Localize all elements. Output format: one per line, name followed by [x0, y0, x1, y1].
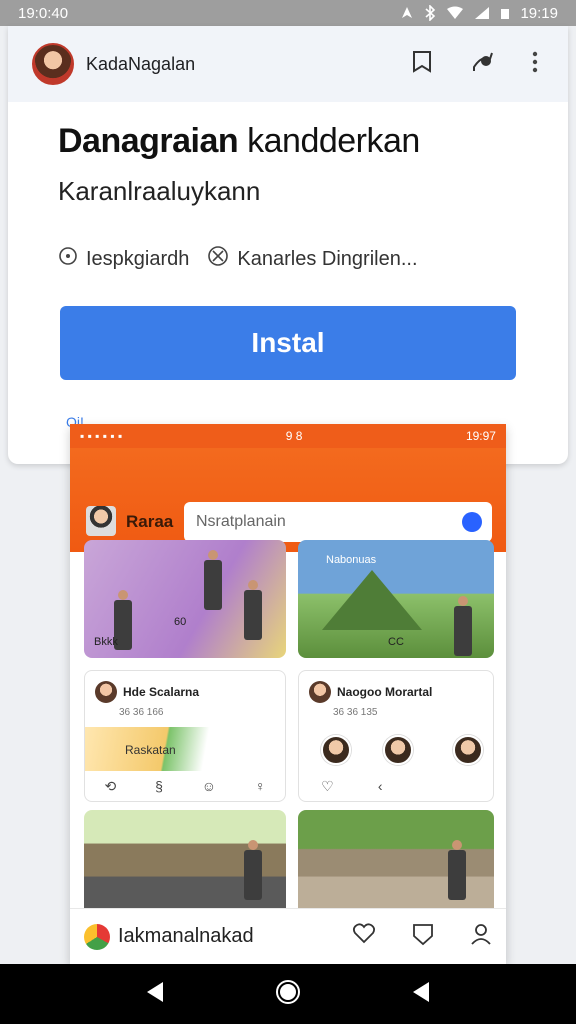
recents-nav-icon[interactable] [409, 980, 433, 1009]
install-button[interactable]: Instal [60, 306, 516, 380]
tile-caption: Nabonuas [326, 554, 377, 566]
clock-icon [58, 246, 78, 272]
screenshot-avatar [86, 506, 116, 536]
app-title-main: Danagraian [58, 122, 239, 160]
app-title: Danagraian kandderkan [58, 122, 420, 161]
screenshot-header: Raraa Nsratplanain [70, 448, 506, 552]
wifi-icon [446, 6, 464, 20]
navigation-icon [400, 6, 414, 20]
back-nav-icon[interactable] [143, 980, 167, 1009]
signal-icon [474, 6, 490, 20]
avatar [383, 735, 413, 765]
more-options-icon[interactable] [532, 51, 538, 78]
smile-icon: ☺ [201, 778, 217, 794]
bluetooth-icon [424, 5, 436, 21]
battery-icon [500, 6, 510, 20]
link-icon: § [155, 778, 163, 794]
meta-item: Iespkgiardh [58, 246, 189, 272]
heart-icon: ♡ [321, 778, 334, 794]
screenshot-search-placeholder: Nsratplanain [196, 513, 286, 530]
screenshot-tile [298, 810, 494, 920]
panel-name: Naogoo Morartal [337, 685, 433, 699]
card-header: KadaNagalan [8, 26, 568, 102]
panel-sub: 36 36 166 [119, 707, 164, 718]
screenshot-tile: Nabonuas CC [298, 540, 494, 658]
person-figure [454, 596, 472, 656]
status-time-right: 19:19 [520, 4, 558, 22]
app-meta: Iespkgiardh Kanarles Dingrilen... [58, 245, 418, 273]
system-nav-bar [0, 964, 576, 1024]
header-actions [410, 49, 538, 80]
mountain-shape [322, 570, 422, 630]
meta-text: Kanarles Dingrilen... [237, 247, 418, 270]
screenshot-search: Nsratplanain [184, 502, 492, 542]
screenshot-tile: Bkkk 60 [84, 540, 286, 658]
screenshot-app-name: Iakmanalnakad [118, 925, 254, 947]
tile-label: CC [388, 636, 404, 648]
panel-header: Naogoo Morartal [309, 681, 432, 703]
app-logo-icon [84, 923, 110, 950]
panel-actions: ♡ ‹ [299, 778, 493, 795]
share-icon[interactable] [470, 49, 496, 80]
screenshot-panel: Naogoo Morartal 36 36 135 ♡ ‹ [298, 670, 494, 802]
app-subtitle: Karanlraaluykann [58, 176, 261, 206]
person-figure [244, 840, 262, 900]
screenshot-panel: Hde Scalarna 36 36 166 Raskatan ⟲ § ☺ ♀ [84, 670, 286, 802]
badge-icon [207, 245, 229, 273]
avatar [453, 735, 483, 765]
avatar [309, 681, 331, 703]
screenshot-status-bar: ▪ ▪ ▪ ▪ ▪ ▪ 9 8 19:97 [70, 424, 506, 448]
user-icon: ♀ [255, 778, 266, 794]
person-figure [204, 550, 222, 610]
screenshot-status-right: 19:97 [465, 429, 496, 443]
screenshot-tile [84, 810, 286, 920]
developer-name[interactable]: KadaNagalan [86, 54, 195, 75]
app-details-card: KadaNagalan Danagraian kandderkan Karanl… [8, 26, 568, 464]
meta-text: Iespkgiardh [86, 247, 190, 270]
status-icons: 19:19 [400, 5, 558, 22]
screenshot-nav [352, 922, 492, 951]
person-figure [448, 840, 466, 900]
app-screenshot[interactable]: ▪ ▪ ▪ ▪ ▪ ▪ 9 8 19:97 Raraa Nsratplanain… [70, 424, 506, 964]
panel-actions: ⟲ § ☺ ♀ [85, 778, 285, 795]
home-nav-icon[interactable] [274, 978, 302, 1011]
status-bar: 19:0:40 19:19 [0, 0, 576, 26]
panel-caption: Raskatan [125, 743, 176, 757]
compass-icon [462, 512, 482, 532]
heart-icon [352, 922, 376, 951]
developer-avatar[interactable] [32, 43, 74, 85]
avatar [95, 681, 117, 703]
tile-label: 60 [174, 616, 187, 628]
tile-caption: Bkkk [94, 636, 118, 648]
panel-art [85, 727, 285, 771]
bookmark-icon[interactable] [410, 49, 434, 80]
repost-icon: ⟲ [104, 778, 117, 794]
back-icon: ‹ [377, 778, 383, 794]
app-title-rest: kandderkan [247, 122, 420, 160]
shield-icon [412, 922, 434, 951]
screenshot-notification-icons: ▪ ▪ ▪ ▪ ▪ ▪ [80, 429, 123, 443]
profile-icon [470, 922, 492, 951]
status-time: 19:0:40 [18, 4, 69, 22]
panel-name: Hde Scalarna [123, 685, 200, 699]
screenshot-status-left: 9 8 [285, 429, 303, 443]
panel-header: Hde Scalarna [95, 681, 199, 703]
person-figure [244, 580, 262, 640]
screenshot-brand: Raraa [126, 512, 174, 531]
avatar [321, 735, 351, 765]
meta-item: Kanarles Dingrilen... [207, 245, 418, 273]
panel-sub: 36 36 135 [333, 707, 378, 718]
screenshot-bottom-bar: Iakmanalnakad [70, 908, 506, 964]
